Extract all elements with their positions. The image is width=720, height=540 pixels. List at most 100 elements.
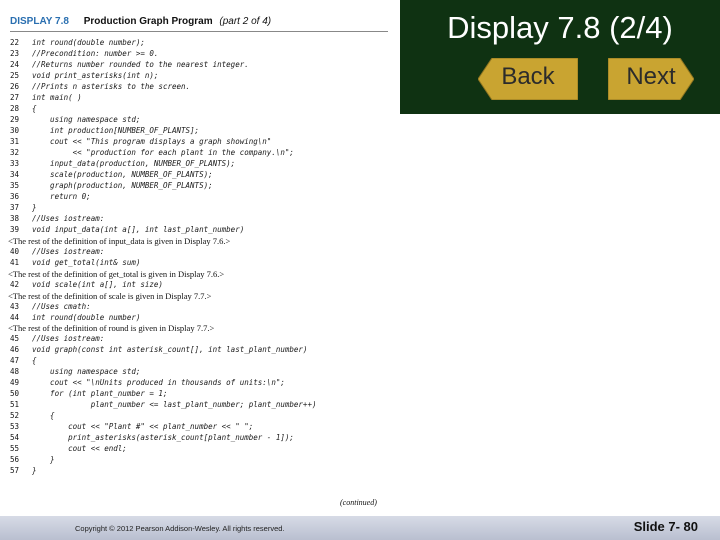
code-text: void graph(const int asterisk_count[], i… [32,345,308,355]
back-button[interactable]: Back [478,58,578,100]
code-text: int production[NUMBER_OF_PLANTS]; [32,125,200,135]
code-text: int round(double number); [32,38,145,47]
line-number: 34 [10,169,20,179]
code-text: void input_data(int a[], int last_plant_… [32,224,245,234]
line-number: 49 [10,378,20,388]
code-line-row: 26 //Prints n asterisks to the screen. [10,82,190,92]
code-line-row: 51 plant_number <= last_plant_number; pl… [10,400,316,410]
code-text: //Prints n asterisks to the screen. [32,81,191,91]
line-number: 27 [10,92,20,102]
line-number: 52 [10,411,20,421]
line-number: 30 [10,125,20,135]
code-text: //Uses iostream: [32,246,105,256]
line-number: 50 [10,389,20,399]
back-button-label: Back [501,63,555,90]
line-number: 22 [10,38,20,47]
code-line-row: 46 void graph(const int asterisk_count[],… [10,345,307,355]
code-text: plant_number <= last_plant_number; plant… [32,400,317,410]
header-divider [10,31,388,32]
code-text: } [32,466,37,476]
slide-title: Display 7.8 (2/4) [447,10,673,45]
continued-label: (continued) [340,498,377,507]
line-number: 36 [10,191,20,201]
code-line-row: 41 void get_total(int& sum) [10,258,140,268]
code-text: { [32,103,37,113]
code-line-row: 57} [10,466,37,476]
line-number: 48 [10,367,20,377]
line-number: 54 [10,433,20,443]
code-line-row: 34 scale(production, NUMBER_OF_PLANTS); [10,170,213,180]
code-line-row: 47 { [10,356,37,366]
code-line-row: 49 cout << "\nUnits produced in thousand… [10,378,285,388]
code-text: int main( ) [32,92,82,102]
line-number: 44 [10,312,20,322]
code-line-row: 23 //Precondition: number >= 0. [10,49,158,59]
display-number-label: DISPLAY 7.8 [10,16,69,27]
line-number: 28 [10,103,20,113]
code-line-row: 31 cout << "This program displays a grap… [10,137,271,147]
code-line-row: 36 return 0; [10,192,91,202]
line-number: 43 [10,301,20,311]
code-line-row: 30 int production[NUMBER_OF_PLANTS]; [10,126,199,136]
listing-note-row: <The rest of the definition of get_total… [8,269,224,279]
definition-note-text: <The rest of the definition of input_dat… [8,235,231,246]
code-text: << "production for each plant in the com… [32,147,294,157]
code-text: return 0; [32,191,91,201]
code-line-row: 52 { [10,411,55,421]
code-line-row: 48 using namespace std; [10,367,140,377]
line-number: 57 [10,466,20,476]
code-text: //Uses cmath: [32,301,91,311]
code-text: cout << endl; [32,444,127,454]
line-number: 56 [10,455,20,465]
line-number: 37 [10,202,20,212]
code-text: cout << "\nUnits produced in thousands o… [32,378,285,388]
line-number: 41 [10,257,20,267]
code-text: using namespace std; [32,367,141,377]
code-line-row: 42 void scale(int a[], int size) [10,280,163,290]
code-text: print_asterisks(asterisk_count[plant_num… [32,433,294,443]
copyright-text: Copyright © 2012 Pearson Addison-Wesley.… [75,524,285,533]
line-number: 51 [10,400,20,410]
line-number: 29 [10,114,20,124]
program-title: Production Graph Program [83,16,213,27]
code-line-row: 22 int round(double number); [10,38,145,48]
code-line-row: 24 //Returns number rounded to the neares… [10,60,249,70]
line-number: 32 [10,147,20,157]
code-text: graph(production, NUMBER_OF_PLANTS); [32,180,213,190]
line-number: 26 [10,81,20,91]
code-line-row: 50 for (int plant_number = 1; [10,389,167,399]
definition-note-text: <The rest of the definition of get_total… [8,268,225,279]
line-number: 39 [10,224,20,234]
code-listing-panel: DISPLAY 7.8 Production Graph Program (pa… [0,0,400,516]
next-button[interactable]: Next [608,58,694,100]
code-text: } [32,455,55,465]
code-line-row: 55 cout << endl; [10,444,127,454]
code-text: //Uses iostream: [32,334,105,344]
line-number: 35 [10,180,20,190]
code-line-row: 39 void input_data(int a[], int last_plan… [10,225,244,235]
line-number: 38 [10,213,20,223]
code-line-row: 45 //Uses iostream: [10,334,104,344]
code-text: for (int plant_number = 1; [32,389,168,399]
line-number: 25 [10,70,20,80]
definition-note-text: <The rest of the definition of scale is … [8,290,212,301]
listing-note-row: <The rest of the definition of scale is … [8,291,211,301]
line-number: 45 [10,334,20,344]
line-number: 23 [10,48,20,58]
line-number: 33 [10,158,20,168]
part-label: (part 2 of 4) [219,16,272,27]
line-number: 46 [10,345,20,355]
code-text: cout << "Plant #" << plant_number << " "… [32,422,254,432]
code-line-row: 35 graph(production, NUMBER_OF_PLANTS); [10,181,213,191]
code-line-row: 28 { [10,104,37,114]
code-text: //Returns number rounded to the nearest … [32,59,249,69]
code-line-row: 56 } [10,455,55,465]
listing-note-row: <The rest of the definition of round is … [8,323,214,333]
code-text: //Precondition: number >= 0. [32,48,159,58]
definition-note-text: <The rest of the definition of round is … [8,323,215,334]
line-number: 47 [10,356,20,366]
code-line-row: 33 input_data(production, NUMBER_OF_PLAN… [10,159,235,169]
code-line-row: 32 << "production for each plant in the … [10,148,294,158]
code-text: scale(production, NUMBER_OF_PLANTS); [32,169,213,179]
code-text: } [32,202,37,212]
